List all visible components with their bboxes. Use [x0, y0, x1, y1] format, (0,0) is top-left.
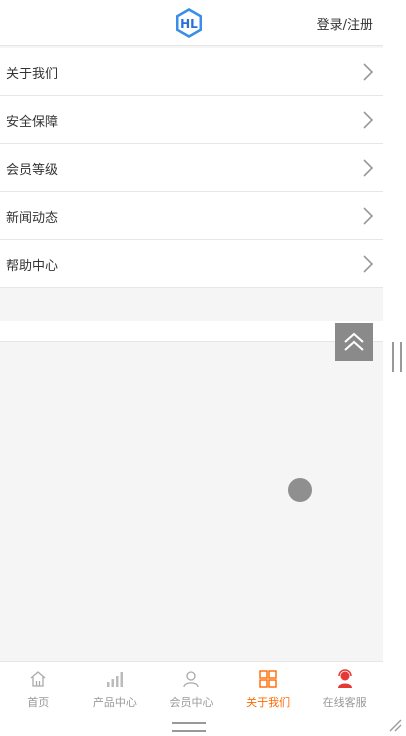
login-register-link[interactable]: 登录/注册: [317, 14, 373, 33]
chevron-right-icon: [363, 159, 374, 177]
tab-label: 会员中心: [169, 696, 214, 709]
customer-service-icon: [337, 669, 352, 688]
menu-item-about[interactable]: 关于我们: [0, 48, 383, 96]
bottom-tab-bar: 首页 产品中心 会员中心 关于我们 在线客服: [0, 661, 383, 716]
menu-item-label: 关于我们: [6, 67, 59, 82]
floating-touch-dot[interactable]: [288, 478, 312, 502]
content-band: [0, 321, 383, 342]
chevron-right-icon: [363, 63, 374, 81]
tab-label: 首页: [27, 696, 50, 709]
mobile-page: HL 登录/注册 关于我们 安全保障 会员等级 新闻动态 帮助中心 首页 产品中…: [0, 0, 383, 716]
tab-about-us[interactable]: 关于我们: [230, 662, 307, 716]
menu-item-label: 新闻动态: [6, 211, 59, 226]
menu-list: 关于我们 安全保障 会员等级 新闻动态 帮助中心: [0, 48, 383, 288]
resize-corner-icon[interactable]: [388, 718, 402, 732]
tab-home[interactable]: 首页: [0, 662, 77, 716]
side-scroll-handle[interactable]: [392, 342, 402, 372]
menu-item-news[interactable]: 新闻动态: [0, 192, 383, 240]
tab-products[interactable]: 产品中心: [77, 662, 154, 716]
home-icon: [30, 671, 46, 687]
chevron-right-icon: [363, 111, 374, 129]
menu-item-label: 安全保障: [6, 115, 59, 130]
menu-item-label: 帮助中心: [6, 259, 59, 274]
top-header: HL 登录/注册: [0, 0, 383, 46]
tab-online-service[interactable]: 在线客服: [306, 662, 383, 716]
tab-label: 在线客服: [322, 696, 367, 709]
tab-label: 关于我们: [246, 696, 291, 709]
chevron-right-icon: [363, 255, 374, 273]
user-icon: [183, 671, 200, 688]
logo-icon[interactable]: HL: [173, 7, 205, 39]
menu-item-label: 会员等级: [6, 163, 59, 178]
chevron-right-icon: [363, 207, 374, 225]
svg-text:HL: HL: [180, 17, 198, 31]
signal-bars-icon: [106, 672, 123, 687]
double-chevron-up-icon: [344, 332, 364, 351]
menu-item-member-level[interactable]: 会员等级: [0, 144, 383, 192]
bottom-resize-handle[interactable]: [172, 722, 206, 732]
menu-item-help[interactable]: 帮助中心: [0, 240, 383, 288]
tab-member-center[interactable]: 会员中心: [153, 662, 230, 716]
grid-icon: [259, 670, 277, 688]
tab-label: 产品中心: [92, 696, 137, 709]
back-to-top-button[interactable]: [335, 323, 373, 361]
menu-item-security[interactable]: 安全保障: [0, 96, 383, 144]
